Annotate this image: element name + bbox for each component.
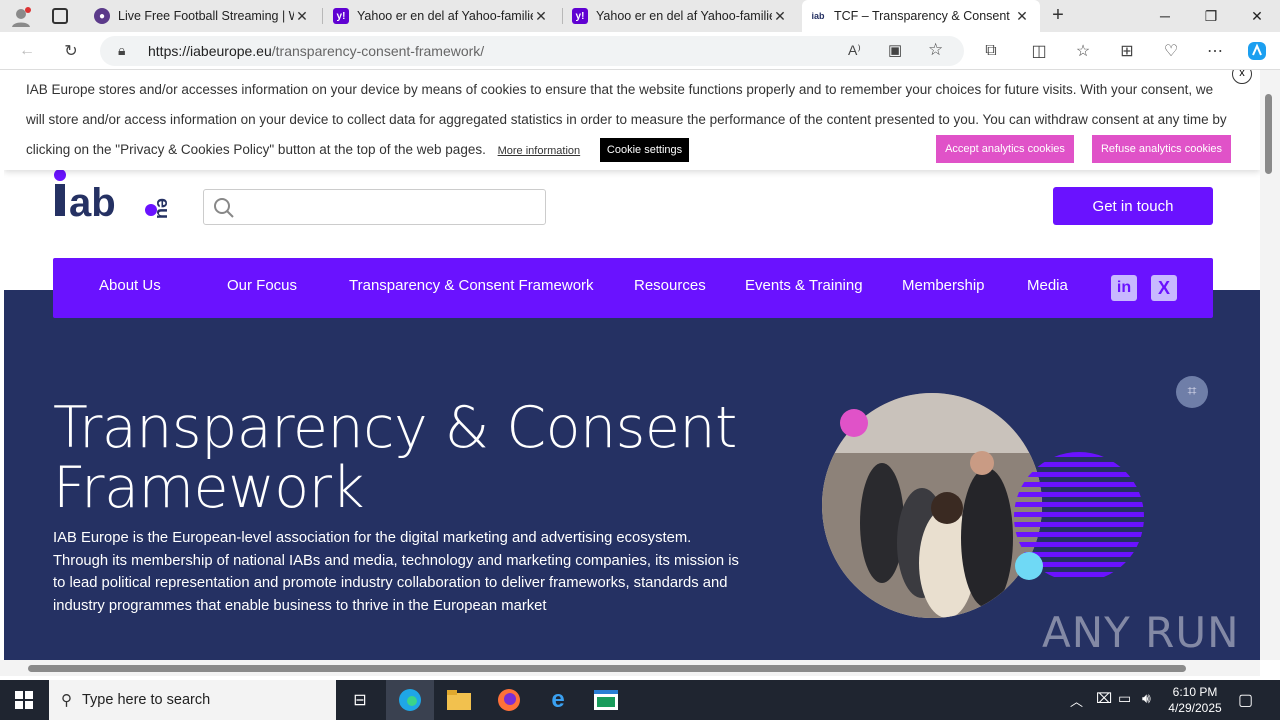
cookie-text-line3: clicking on the "Privacy & Cookies Polic… xyxy=(26,142,486,157)
tab-title: Yahoo er en del af Yahoo-familien xyxy=(357,9,533,23)
internet-explorer-icon[interactable]: e xyxy=(534,680,582,720)
refresh-icon[interactable]: ↻ xyxy=(60,40,82,62)
anyrun-watermark: ANY RUN xyxy=(1042,608,1240,657)
search-icon: ⚲ xyxy=(61,692,72,709)
get-in-touch-button[interactable]: Get in touch xyxy=(1053,187,1213,225)
nav-media[interactable]: Media xyxy=(1027,277,1068,294)
profile-avatar[interactable] xyxy=(10,6,32,28)
firefox-icon[interactable] xyxy=(485,680,533,720)
cookie-consent-banner: IAB Europe stores and/or accesses inform… xyxy=(4,70,1260,170)
nav-resources[interactable]: Resources xyxy=(634,277,706,294)
nav-events-training[interactable]: Events & Training xyxy=(745,277,863,294)
extensions-icon[interactable]: ⧉ xyxy=(980,40,1002,62)
site-search-input[interactable] xyxy=(203,189,546,225)
volume-icon[interactable]: 🔊︎ xyxy=(1142,690,1151,707)
close-icon[interactable]: ✕ xyxy=(1014,8,1030,25)
cookie-text-line1: IAB Europe stores and/or accesses inform… xyxy=(26,82,1214,97)
hero-description: IAB Europe is the European-level associa… xyxy=(53,530,739,614)
minimize-button[interactable]: ─ xyxy=(1142,0,1188,32)
immersive-reader-icon[interactable]: ▣ xyxy=(888,41,902,59)
favorites-icon[interactable]: ☆ xyxy=(1072,40,1094,62)
start-button[interactable] xyxy=(0,680,48,720)
copilot-icon[interactable] xyxy=(1246,40,1268,62)
web-page: ab eu Get in touch About Us Our Focus Tr… xyxy=(4,70,1260,660)
windows-taskbar: ⚲ Type here to search ⊟ e ︿ ⌧ ▭ 🔊︎ 6:10 … xyxy=(0,680,1280,720)
browser-essentials-icon[interactable]: ♡ xyxy=(1160,40,1182,62)
vertical-scroll-thumb[interactable] xyxy=(1265,94,1272,174)
tab-tcf[interactable]: iab TCF – Transparency & Consent Fr ✕ xyxy=(802,0,1040,32)
windows-icon xyxy=(15,691,33,709)
url-text: https://iabeurope.eu/transparency-consen… xyxy=(148,43,485,59)
cookie-text-line2: will store and/or access information on … xyxy=(26,112,1227,127)
address-bar[interactable]: 🔒︎ https://iabeurope.eu/transparency-con… xyxy=(100,36,964,66)
hero-title: Transparency & Consent Framework xyxy=(53,395,737,521)
tab-title: TCF – Transparency & Consent Fr xyxy=(834,9,1014,23)
svg-text:ab: ab xyxy=(69,181,116,222)
tray-overflow-icon[interactable]: ︿ xyxy=(1070,691,1083,710)
edge-taskbar-icon[interactable] xyxy=(386,680,434,720)
close-icon[interactable]: ✕ xyxy=(533,8,549,25)
main-nav: About Us Our Focus Transparency & Consen… xyxy=(53,258,1213,318)
iab-icon: iab xyxy=(810,8,826,24)
cookie-settings-button[interactable]: Cookie settings xyxy=(599,138,690,163)
taskbar-search-box[interactable]: ⚲ Type here to search xyxy=(49,680,336,720)
refuse-analytics-button[interactable]: Refuse analytics cookies xyxy=(1092,135,1231,163)
nav-about-us[interactable]: About Us xyxy=(99,277,161,294)
decorative-cyan-dot xyxy=(1015,552,1043,580)
close-icon[interactable]: ✕ xyxy=(294,8,310,25)
collections-icon[interactable]: ⊞ xyxy=(1116,40,1138,62)
split-screen-icon[interactable]: ◫ xyxy=(1028,40,1050,62)
favorite-star-icon[interactable]: ☆ xyxy=(928,40,943,60)
tab-yahoo-2[interactable]: y! Yahoo er en del af Yahoo-familien ✕ xyxy=(564,0,800,32)
svg-text:eu: eu xyxy=(153,198,173,219)
taskbar-clock[interactable]: 6:10 PM 4/29/2025 xyxy=(1166,684,1224,716)
taskbar-search-placeholder: Type here to search xyxy=(82,692,211,708)
tab-actions-icon[interactable] xyxy=(52,8,68,24)
browser-tab-strip: ● Live Free Football Streaming | W ✕ y! … xyxy=(0,0,1280,32)
vertical-scrollbar[interactable] xyxy=(1260,70,1280,660)
back-icon[interactable]: ← xyxy=(16,40,38,62)
horizontal-scroll-thumb[interactable] xyxy=(28,665,1186,672)
tab-football[interactable]: ● Live Free Football Streaming | W ✕ xyxy=(86,0,322,32)
notifications-icon[interactable]: ▢ xyxy=(1238,690,1253,710)
football-icon: ● xyxy=(94,8,110,24)
app-window-icon[interactable] xyxy=(582,680,630,720)
close-window-button[interactable]: ✕ xyxy=(1234,0,1280,32)
nav-our-focus[interactable]: Our Focus xyxy=(227,277,297,294)
more-menu-icon[interactable]: ⋯ xyxy=(1204,40,1226,62)
x-twitter-icon[interactable]: X xyxy=(1151,275,1177,301)
nav-membership[interactable]: Membership xyxy=(902,277,985,294)
decorative-pink-dot xyxy=(840,409,868,437)
more-information-link[interactable]: More information xyxy=(498,145,581,157)
read-aloud-icon[interactable]: A⁾ xyxy=(848,42,861,59)
lock-icon[interactable]: 🔒︎ xyxy=(118,42,125,59)
tab-title: Yahoo er en del af Yahoo-familien xyxy=(596,9,772,23)
ethernet-icon[interactable]: ▭ xyxy=(1118,690,1131,707)
tab-yahoo-1[interactable]: y! Yahoo er en del af Yahoo-familien ✕ xyxy=(325,0,561,32)
network-tray-icon[interactable]: ⌧ xyxy=(1096,690,1112,707)
search-icon xyxy=(214,198,234,218)
visual-search-icon[interactable]: ⌗ xyxy=(1176,376,1208,408)
site-logo[interactable]: ab eu xyxy=(53,162,173,225)
horizontal-scrollbar[interactable] xyxy=(0,660,1260,676)
accept-analytics-button[interactable]: Accept analytics cookies xyxy=(936,135,1074,163)
linkedin-icon[interactable]: in xyxy=(1111,275,1137,301)
browser-toolbar: ← ↻ 🔒︎ https://iabeurope.eu/transparency… xyxy=(0,32,1280,70)
close-icon[interactable]: ✕ xyxy=(772,8,788,25)
new-tab-button[interactable]: + xyxy=(1048,5,1068,25)
task-view-icon[interactable]: ⊟ xyxy=(336,680,384,720)
nav-tcf[interactable]: Transparency & Consent Framework xyxy=(349,277,594,294)
restore-button[interactable]: ❐ xyxy=(1188,0,1234,32)
tab-title: Live Free Football Streaming | W xyxy=(118,9,294,23)
file-explorer-icon[interactable] xyxy=(435,680,483,720)
yahoo-icon: y! xyxy=(333,8,349,24)
yahoo-icon: y! xyxy=(572,8,588,24)
